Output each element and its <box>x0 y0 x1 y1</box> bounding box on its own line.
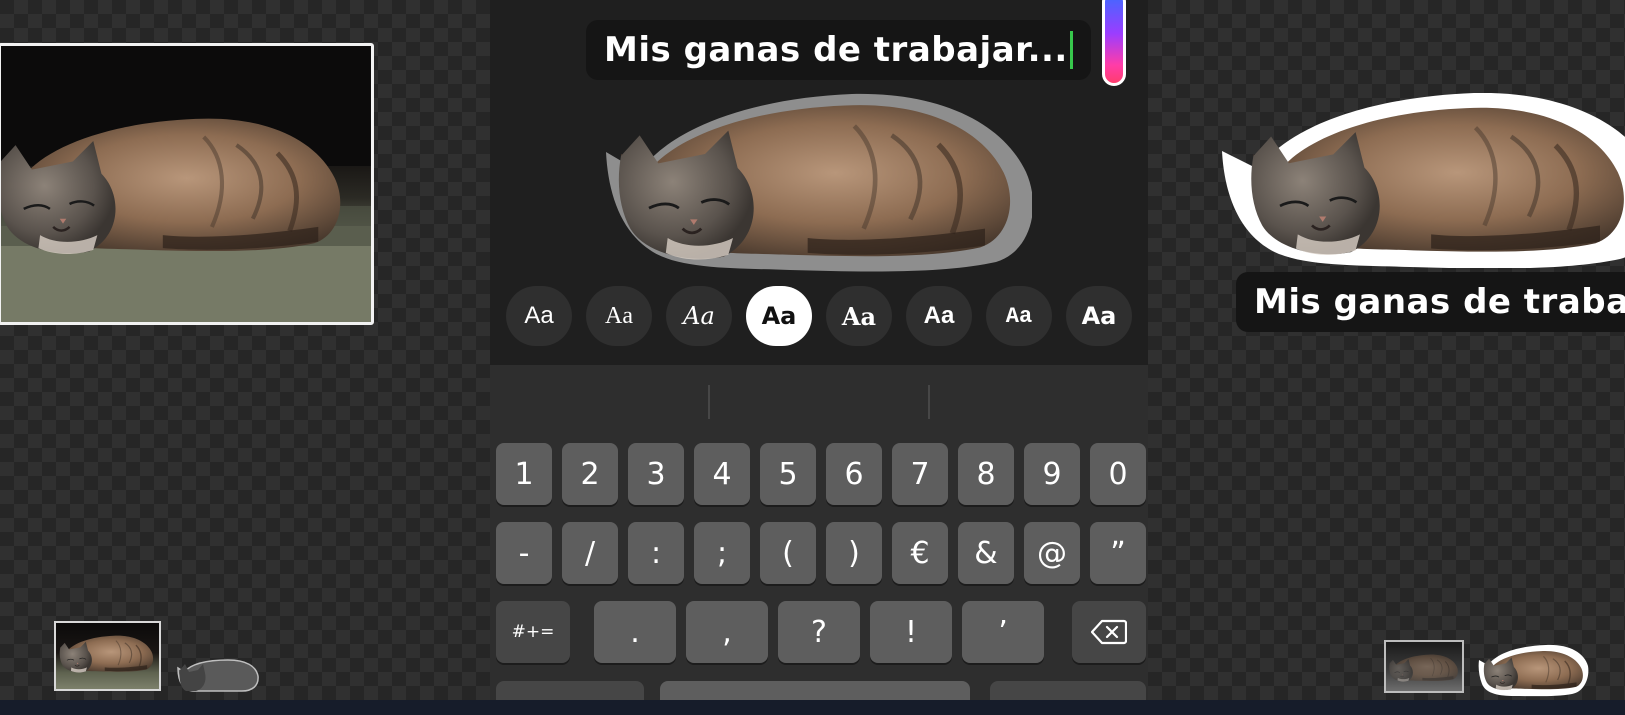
key-hyphen[interactable]: - <box>496 522 552 584</box>
font-option[interactable]: Aa <box>1066 286 1132 346</box>
cat-sticker-white-outline <box>1222 92 1625 269</box>
key-open-paren[interactable]: ( <box>760 522 816 584</box>
key-4[interactable]: 4 <box>694 443 750 505</box>
key-ampersand[interactable]: & <box>958 522 1014 584</box>
caption-text-input[interactable]: Mis ganas de trabajar... <box>586 20 1091 80</box>
font-style-picker: Aa Aa Aa Aa Aa Aa Aa Aa <box>506 286 1132 352</box>
predictive-separator <box>708 385 710 419</box>
key-exclamation[interactable]: ! <box>870 601 952 663</box>
key-return[interactable] <box>990 681 1146 700</box>
font-option[interactable]: Aa <box>986 286 1052 346</box>
key-5[interactable]: 5 <box>760 443 816 505</box>
cat-thumbnail-image <box>1388 653 1459 683</box>
font-option[interactable]: Aa <box>586 286 652 346</box>
key-3[interactable]: 3 <box>628 443 684 505</box>
key-2[interactable]: 2 <box>562 443 618 505</box>
keyboard: 1 2 3 4 5 6 7 8 9 0 - / : ; ( ) € & @ ” … <box>490 365 1148 700</box>
key-question[interactable]: ? <box>778 601 860 663</box>
original-photo[interactable] <box>0 43 374 325</box>
key-8[interactable]: 8 <box>958 443 1014 505</box>
key-1[interactable]: 1 <box>496 443 552 505</box>
text-cursor <box>1069 31 1073 69</box>
bottom-bar <box>0 700 1625 715</box>
text-color-slider[interactable] <box>1102 0 1126 86</box>
key-delete[interactable] <box>1072 601 1146 663</box>
font-option[interactable]: Aa <box>906 286 972 346</box>
cat-photo-image <box>1 46 371 322</box>
sticker-thumbnail[interactable] <box>1478 644 1590 698</box>
key-period[interactable]: . <box>594 601 676 663</box>
key-euro[interactable]: € <box>892 522 948 584</box>
key-0[interactable]: 0 <box>1090 443 1146 505</box>
font-option[interactable]: Aa <box>666 286 732 346</box>
photo-thumbnail[interactable] <box>1384 640 1464 693</box>
right-preview-panel: Mis ganas de traba <box>1148 0 1625 700</box>
caption-text: Mis ganas de trabajar... <box>604 30 1068 70</box>
cat-sticker-thumbnail-icon <box>1478 644 1589 697</box>
key-abc[interactable] <box>496 681 644 700</box>
cat-thumbnail-image <box>59 634 154 674</box>
result-caption: Mis ganas de traba <box>1236 272 1625 332</box>
font-option[interactable]: Aa <box>826 286 892 346</box>
result-cat-sticker[interactable] <box>1220 92 1625 269</box>
cat-sticker-image <box>606 93 1034 272</box>
cat-sticker-thumbnail-icon <box>177 659 259 692</box>
key-semicolon[interactable]: ; <box>694 522 750 584</box>
key-more-symbols[interactable]: #+= <box>496 601 570 663</box>
font-option-selected[interactable]: Aa <box>746 286 812 346</box>
sticker-editor-panel: Mis ganas de trabajar... Aa Aa Aa Aa Aa … <box>490 0 1148 700</box>
left-preview-panel <box>0 0 490 700</box>
sticker-thumbnail[interactable] <box>176 658 260 694</box>
key-space[interactable] <box>660 681 970 700</box>
key-colon[interactable]: : <box>628 522 684 584</box>
photo-thumbnail[interactable] <box>54 621 161 691</box>
key-9[interactable]: 9 <box>1024 443 1080 505</box>
key-slash[interactable]: / <box>562 522 618 584</box>
predictive-separator <box>928 385 930 419</box>
result-caption-text: Mis ganas de traba <box>1254 282 1625 322</box>
key-quote[interactable]: ” <box>1090 522 1146 584</box>
font-option[interactable]: Aa <box>506 286 572 346</box>
key-comma[interactable]: , <box>686 601 768 663</box>
key-6[interactable]: 6 <box>826 443 882 505</box>
backspace-icon <box>1091 619 1127 645</box>
key-at[interactable]: @ <box>1024 522 1080 584</box>
cat-sticker[interactable] <box>602 92 1034 274</box>
key-close-paren[interactable]: ) <box>826 522 882 584</box>
key-7[interactable]: 7 <box>892 443 948 505</box>
key-apostrophe[interactable]: ’ <box>962 601 1044 663</box>
predictive-text-bar <box>490 365 1148 433</box>
